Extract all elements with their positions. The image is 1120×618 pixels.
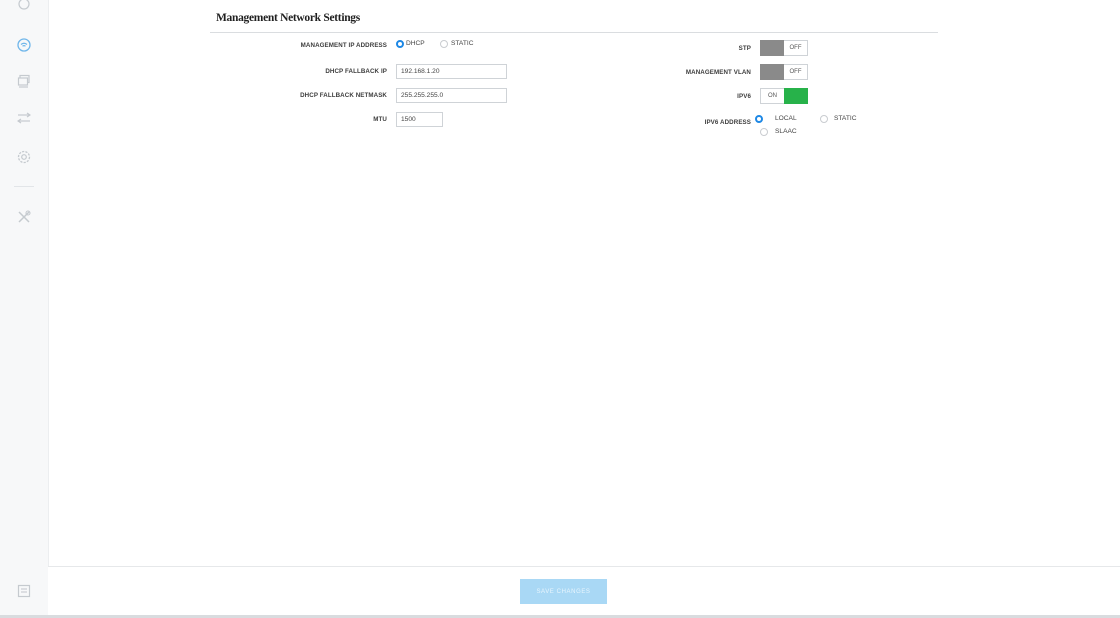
ipv6-toggle[interactable]: ON [760,88,808,104]
stp-toggle[interactable]: OFF [760,40,808,56]
device-icon[interactable] [17,74,31,88]
stp-toggle-state: OFF [784,40,808,56]
management-vlan-toggle[interactable]: OFF [760,64,808,80]
news-icon[interactable] [17,584,31,598]
tools-icon[interactable] [17,210,31,224]
slaac-radio[interactable] [760,128,768,136]
slaac-radio-label[interactable]: SLAAC [775,128,797,135]
static-radio[interactable] [440,40,448,48]
dhcp-fallback-ip-label: DHCP FALLBACK IP [325,68,387,75]
title-divider [210,32,938,33]
ipv6-static-radio-label[interactable]: STATIC [834,115,856,122]
network-icon[interactable] [17,111,31,125]
management-vlan-toggle-state: OFF [784,64,808,80]
local-radio-label[interactable]: LOCAL [775,115,797,122]
dashboard-icon[interactable] [17,0,31,14]
ipv6-label: IPV6 [737,93,751,100]
stp-toggle-knob [760,40,784,56]
static-radio-label[interactable]: STATIC [451,40,473,47]
ipv6-static-radio[interactable] [820,115,828,123]
management-vlan-toggle-knob [760,64,784,80]
section-title: Management Network Settings [216,12,360,24]
dhcp-radio-label[interactable]: DHCP [406,40,425,47]
dhcp-fallback-netmask-input[interactable]: 255.255.255.0 [396,88,507,103]
local-radio[interactable] [755,115,763,123]
ipv6-toggle-state: ON [760,88,784,104]
ipv6-address-label: IPV6 ADDRESS [704,119,751,126]
dhcp-radio[interactable] [396,40,404,48]
dhcp-fallback-netmask-label: DHCP FALLBACK NETMASK [300,92,387,99]
save-changes-button[interactable]: SAVE CHANGES [520,579,607,604]
management-ip-address-label: MANAGEMENT IP ADDRESS [300,42,387,49]
stp-label: STP [738,45,751,52]
sidebar [0,0,49,618]
management-vlan-label: MANAGEMENT VLAN [685,69,751,76]
ipv6-toggle-knob [784,88,808,104]
settings-icon[interactable] [17,150,31,164]
mtu-input[interactable]: 1500 [396,112,443,127]
mtu-label: MTU [373,116,387,123]
wireless-icon[interactable] [17,38,31,52]
dhcp-fallback-ip-input[interactable]: 192.168.1.20 [396,64,507,79]
sidebar-divider [14,186,34,187]
